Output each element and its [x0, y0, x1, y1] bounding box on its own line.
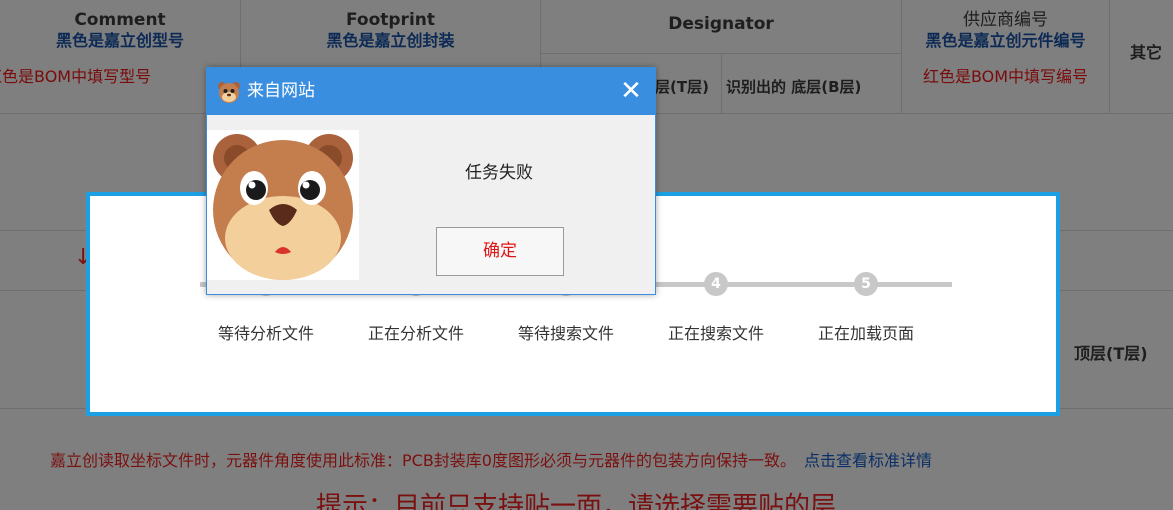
- step-5-dot: 5: [854, 272, 878, 296]
- step-1-label: 等待分析文件: [217, 324, 314, 343]
- dialog-title: 来自网站: [247, 81, 315, 101]
- comment-red-note: 红色是BOM中填写型号: [0, 67, 152, 86]
- footprint-title: Footprint: [345, 10, 436, 30]
- angle-standard-notice: 嘉立创读取坐标文件时，元器件角度使用此标准：PCB封装库0度图形必须与元器件的包…: [50, 447, 932, 471]
- designator-bottom-layer: 识别出的 底层(B层): [726, 78, 862, 96]
- layer-hint: 提示：目前只支持贴一面，请选择需要贴的层: [316, 492, 837, 510]
- step-2-label: 正在分析文件: [367, 324, 464, 343]
- standard-details-link[interactable]: 点击查看标准详情: [804, 451, 932, 470]
- column-header-comment: Comment 黑色是嘉立创型号 红色是BOM中填写型号: [0, 0, 241, 113]
- comment-black-note: 黑色是嘉立创型号: [55, 31, 184, 50]
- supplier-red-note: 红色是BOM中填写编号: [922, 67, 1089, 86]
- column-header-supplier: 供应商编号 黑色是嘉立创元件编号 红色是BOM中填写编号: [902, 0, 1110, 113]
- dialog-message: 任务失败: [465, 163, 533, 183]
- alert-dialog: 来自网站 ✕ 任务失败 确定: [206, 67, 656, 295]
- designator-title: Designator: [668, 14, 774, 34]
- sad-bear-image: [207, 130, 359, 280]
- ok-button[interactable]: 确定: [436, 227, 564, 276]
- top-layer-option[interactable]: 顶层(T层): [1074, 340, 1148, 364]
- step-4-dot: 4: [704, 272, 728, 296]
- step-3-label: 等待搜索文件: [517, 324, 614, 343]
- notice-text: 嘉立创读取坐标文件时，元器件角度使用此标准：PCB封装库0度图形必须与元器件的包…: [50, 451, 796, 470]
- footprint-black-note: 黑色是嘉立创封装: [326, 31, 455, 50]
- supplier-title: 供应商编号: [963, 10, 1048, 30]
- other-title: 其它: [1130, 43, 1163, 62]
- comment-title: Comment: [74, 10, 166, 30]
- step-5-label: 正在加载页面: [817, 324, 914, 343]
- step-4-label: 正在搜索文件: [667, 324, 764, 343]
- dialog-titlebar[interactable]: 来自网站 ✕: [207, 68, 655, 115]
- close-icon[interactable]: ✕: [617, 78, 645, 106]
- supplier-black-note: 黑色是嘉立创元件编号: [925, 31, 1086, 50]
- bear-app-icon: [217, 80, 241, 104]
